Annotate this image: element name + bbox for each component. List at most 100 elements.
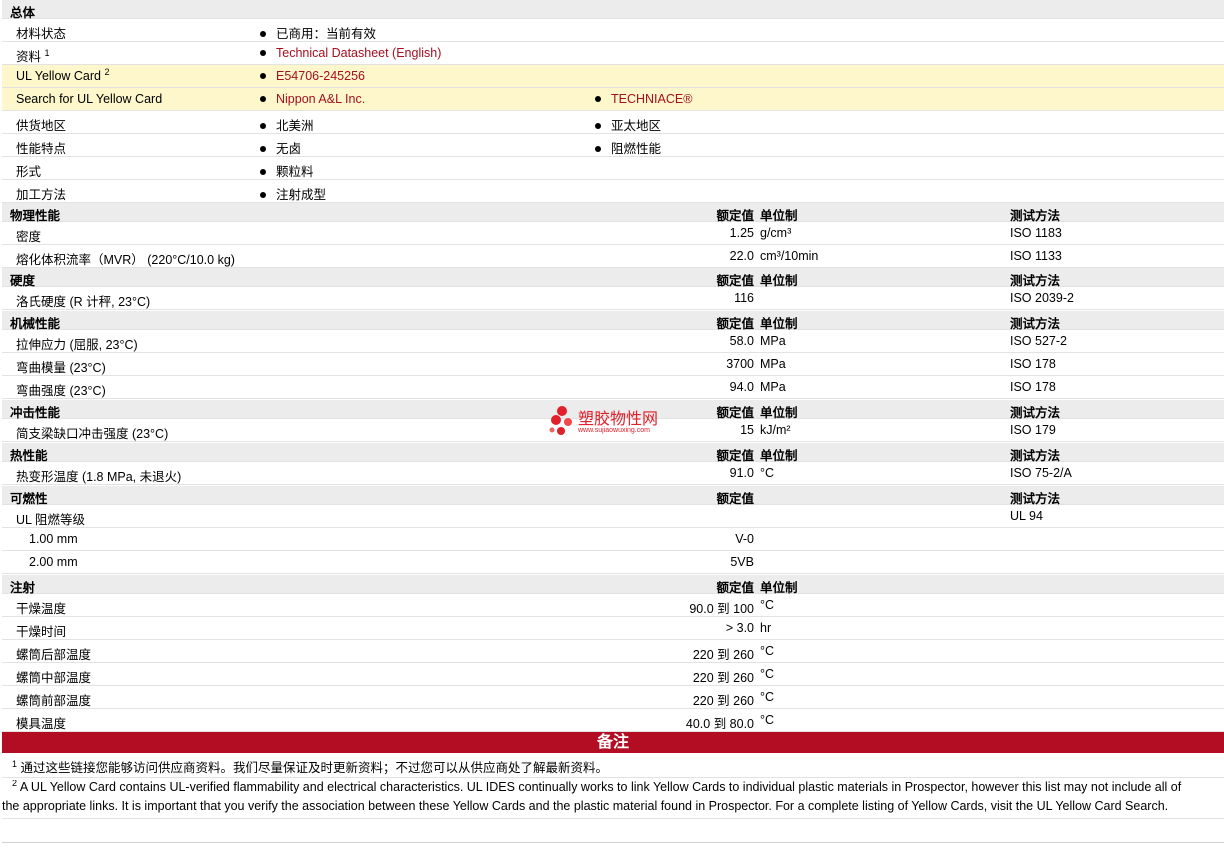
property-value: > 3.0 <box>725 621 754 635</box>
overview-row-regions: 供货地区 北美洲 亚太地区 <box>2 111 1224 134</box>
property-unit: MPa <box>760 357 786 371</box>
property-row: 洛氏硬度 (R 计秤, 23°C) 116 ISO 2039-2 <box>2 287 1224 310</box>
test-method: ISO 527-2 <box>1010 334 1067 348</box>
bullet-icon <box>595 95 601 102</box>
bullet-icon <box>260 95 266 102</box>
bullet-icon <box>260 191 266 198</box>
overview-row-search-yellow-card: Search for UL Yellow Card Nippon A&L Inc… <box>2 88 1224 111</box>
property-label: 简支梁缺口冲击强度 (23°C) <box>16 427 169 441</box>
row-label: Search for UL Yellow Card <box>16 92 163 106</box>
property-unit: °C <box>760 713 775 727</box>
datasheet-link[interactable]: Technical Datasheet (English) <box>260 46 441 60</box>
footnote-1: 1 通过这些链接您能够访问供应商资料。我们尽量保证及时更新资料；不过您可以从供应… <box>12 758 609 775</box>
property-unit: °C <box>760 598 775 612</box>
section-header-mechanical: 机械性能 额定值 单位制 测试方法 <box>2 311 1224 331</box>
bullet-icon <box>260 168 266 175</box>
property-row: 熔化体积流率（MVR） (220°C/10.0 kg) 22.0 cm³/10m… <box>2 245 1224 268</box>
property-value: 3700 <box>726 357 754 371</box>
bullet-icon <box>260 145 266 152</box>
property-value: 220 到 260 <box>692 648 754 662</box>
test-method: ISO 1183 <box>1010 226 1062 240</box>
property-unit: °C <box>760 690 775 704</box>
test-method: ISO 1133 <box>1010 249 1062 263</box>
supplier-link[interactable]: Nippon A&L Inc. <box>260 92 365 106</box>
property-unit: cm³/10min <box>760 249 819 263</box>
property-row: 热变形温度 (1.8 MPa, 未退火) 91.0 °C ISO 75-2/A <box>2 462 1224 485</box>
property-value: 116 <box>734 291 754 305</box>
test-method: UL 94 <box>1010 509 1043 523</box>
watermark-logo: 塑胶物性网 www.sujiaowuxing.com <box>548 405 678 439</box>
bullet-icon <box>595 145 601 152</box>
property-label: 2.00 mm <box>29 555 78 569</box>
logo-icon <box>549 406 572 435</box>
test-method: ISO 2039-2 <box>1010 291 1074 305</box>
property-label: 弯曲模量 (23°C) <box>16 361 106 375</box>
section-header-physical: 物理性能 额定值 单位制 测试方法 <box>2 203 1224 223</box>
footnote-2: 2 A UL Yellow Card contains UL-verified … <box>12 780 1182 794</box>
property-value: 22.0 <box>729 249 754 263</box>
bullet-icon <box>260 72 266 79</box>
property-value: 58.0 <box>729 334 754 348</box>
test-method: ISO 178 <box>1010 380 1056 394</box>
property-value: 91.0 <box>729 466 754 480</box>
property-unit: kJ/m² <box>760 423 791 437</box>
property-label: 螺筒中部温度 <box>16 671 92 685</box>
bullet-icon <box>260 122 266 129</box>
test-method: ISO 75-2/A <box>1010 466 1072 480</box>
property-row: 干燥温度 90.0 到 100 °C <box>2 594 1224 617</box>
row-label: 资料 1 <box>16 47 50 64</box>
property-row: 1.00 mm V-0 <box>2 528 1224 551</box>
divider <box>2 842 1224 843</box>
row-value: 亚太地区 <box>595 115 661 134</box>
row-value: 颗粒料 <box>260 161 314 180</box>
bullet-icon <box>260 49 266 56</box>
row-label: 供货地区 <box>16 119 67 133</box>
divider <box>2 818 1224 819</box>
property-value: V-0 <box>735 532 754 546</box>
property-row: UL 阻燃等级 UL 94 <box>2 505 1224 528</box>
property-label: 螺筒后部温度 <box>16 648 92 662</box>
brand-link[interactable]: TECHNIACE® <box>595 92 692 106</box>
property-row: 螺筒前部温度 220 到 260 °C <box>2 686 1224 709</box>
property-label: 模具温度 <box>16 717 67 731</box>
overview-row-processing: 加工方法 注射成型 <box>2 180 1224 203</box>
property-label: 干燥温度 <box>16 602 67 616</box>
section-header-overview: 总体 <box>2 0 1224 20</box>
row-label: 材料状态 <box>16 27 67 41</box>
section-header-hardness: 硬度 额定值 单位制 测试方法 <box>2 268 1224 288</box>
overview-row-features: 性能特点 无卤 阻燃性能 <box>2 134 1224 157</box>
property-value: 220 到 260 <box>692 694 754 708</box>
property-label: 热变形温度 (1.8 MPa, 未退火) <box>16 470 182 484</box>
property-unit: MPa <box>760 334 786 348</box>
test-method: ISO 178 <box>1010 357 1056 371</box>
property-label: 弯曲强度 (23°C) <box>16 384 106 398</box>
section-header-flammability: 可燃性 额定值 测试方法 <box>2 486 1224 506</box>
property-label: 干燥时间 <box>16 625 67 639</box>
property-row: 2.00 mm 5VB <box>2 551 1224 574</box>
section-header-thermal: 热性能 额定值 单位制 测试方法 <box>2 443 1224 463</box>
row-value: 阻燃性能 <box>595 138 661 157</box>
property-row: 弯曲模量 (23°C) 3700 MPa ISO 178 <box>2 353 1224 376</box>
property-unit: °C <box>760 644 775 658</box>
row-value: 北美洲 <box>260 115 314 134</box>
divider <box>2 777 1224 778</box>
property-row: 螺筒后部温度 220 到 260 °C <box>2 640 1224 663</box>
datasheet-page: 总体 材料状态 已商用：当前有效 资料 1 Technical Datashee… <box>0 0 1224 848</box>
row-value: 注射成型 <box>260 184 326 203</box>
test-method: ISO 179 <box>1010 423 1056 437</box>
property-row: 弯曲强度 (23°C) 94.0 MPa ISO 178 <box>2 376 1224 399</box>
property-value: 94.0 <box>729 380 754 394</box>
row-value: 已商用：当前有效 <box>260 23 376 42</box>
yellow-card-link[interactable]: E54706-245256 <box>260 69 365 83</box>
overview-row-documents: 资料 1 Technical Datasheet (English) <box>2 42 1224 65</box>
property-row: 模具温度 40.0 到 80.0 °C <box>2 709 1224 732</box>
property-unit: MPa <box>760 380 786 394</box>
row-label: 形式 <box>16 165 42 179</box>
row-value: 无卤 <box>260 138 301 157</box>
property-label: UL 阻燃等级 <box>16 513 85 527</box>
property-label: 洛氏硬度 (R 计秤, 23°C) <box>16 295 151 309</box>
row-label: 性能特点 <box>16 142 67 156</box>
property-value: 1.25 <box>729 226 754 240</box>
watermark-text: 塑胶物性网 <box>578 409 659 428</box>
property-row: 干燥时间 > 3.0 hr <box>2 617 1224 640</box>
